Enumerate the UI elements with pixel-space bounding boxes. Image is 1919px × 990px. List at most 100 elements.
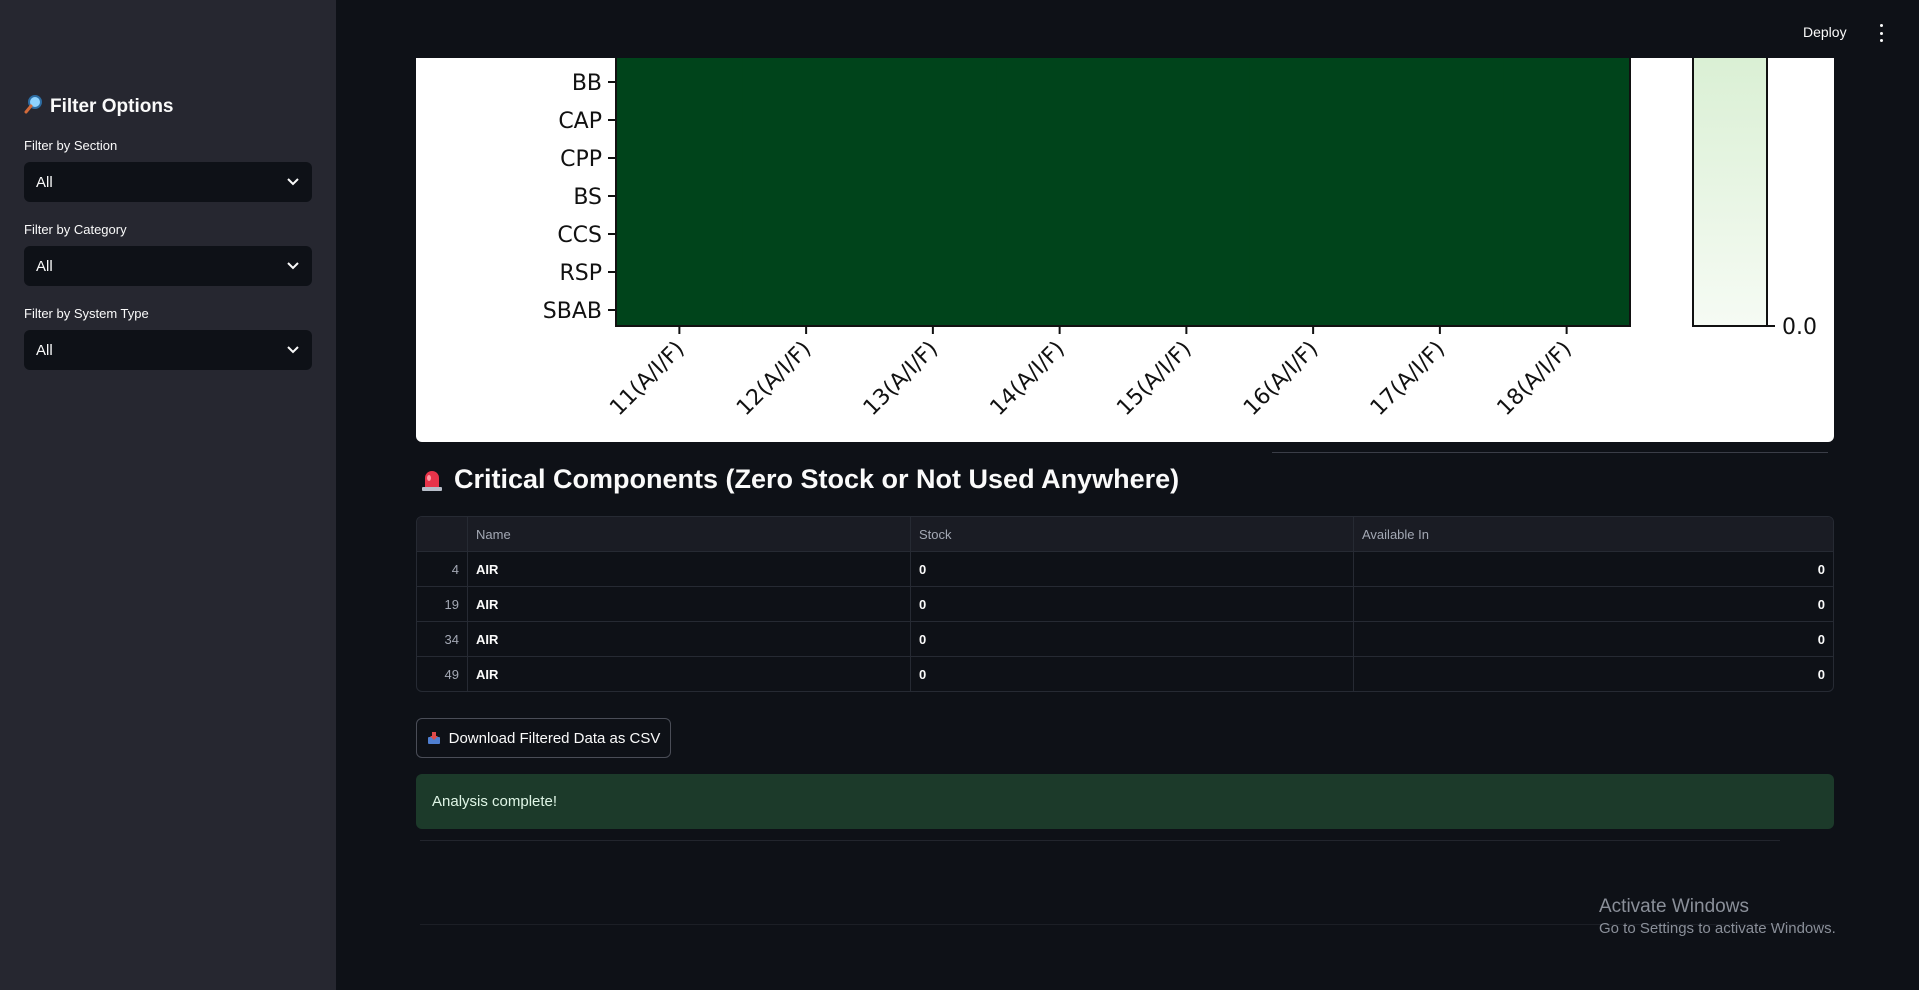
- filter-section-value: All: [36, 173, 53, 191]
- kebab-menu-icon[interactable]: [1876, 24, 1886, 42]
- heatmap-cell: [996, 177, 1124, 216]
- table-row[interactable]: 34 AIR 0 0: [417, 622, 1833, 657]
- chevron-down-icon: [286, 259, 300, 273]
- sidebar-title: Filter Options: [24, 94, 174, 119]
- cell-stock[interactable]: 0: [911, 552, 1354, 587]
- critical-components-title: Critical Components (Zero Stock or Not U…: [454, 464, 1180, 494]
- cell-name[interactable]: AIR: [468, 657, 911, 691]
- heatmap-cell: [742, 139, 870, 178]
- table-row[interactable]: 49 AIR 0 0: [417, 657, 1833, 691]
- row-index: 49: [417, 657, 468, 691]
- x-tick-label: 16(A/I/F): [1239, 337, 1323, 421]
- chevron-down-icon: [286, 343, 300, 357]
- heatmap-cell: [996, 215, 1124, 254]
- heatmap-cell: [1376, 253, 1504, 292]
- heatmap-cell: [616, 215, 744, 254]
- y-tick-label: RSP: [559, 261, 602, 286]
- download-csv-label: Download Filtered Data as CSV: [448, 729, 661, 747]
- deploy-button[interactable]: Deploy: [1803, 24, 1847, 40]
- filter-section-select[interactable]: All: [24, 162, 312, 202]
- divider: [1272, 452, 1828, 453]
- heatmap-cell: [742, 215, 870, 254]
- column-header-name[interactable]: Name: [468, 517, 911, 552]
- heatmap-cell: [996, 101, 1124, 140]
- heatmap-cell: [1123, 177, 1251, 216]
- magnifier-icon: [24, 94, 44, 119]
- table-header-row: Name Stock Available In: [417, 517, 1833, 552]
- y-tick-label: BB: [572, 71, 602, 96]
- heatmap-cell: [996, 139, 1124, 178]
- sidebar: Filter Options Filter by Section All Fil…: [0, 0, 336, 990]
- column-header-stock[interactable]: Stock: [911, 517, 1354, 552]
- filter-category-label: Filter by Category: [24, 222, 127, 237]
- x-tick-label: 15(A/I/F): [1112, 337, 1196, 421]
- heatmap-cell: [616, 253, 744, 292]
- critical-components-table[interactable]: Name Stock Available In 4 AIR 0 0 19 AIR…: [416, 516, 1834, 692]
- filter-section-label: Filter by Section: [24, 138, 118, 153]
- column-header-index[interactable]: [417, 517, 468, 552]
- filter-category-value: All: [36, 257, 53, 275]
- table-row[interactable]: 4 AIR 0 0: [417, 552, 1833, 587]
- y-tick-label: SBAB: [543, 299, 602, 324]
- cell-name[interactable]: AIR: [468, 587, 911, 622]
- siren-icon: [420, 467, 444, 493]
- heatmap-cell: [1123, 58, 1251, 101]
- heatmap-cell: [869, 215, 997, 254]
- x-tick-label: 13(A/I/F): [859, 337, 943, 421]
- heatmap-cell: [996, 58, 1124, 101]
- filter-system-type-select[interactable]: All: [24, 330, 312, 370]
- heatmap-cell: [869, 101, 997, 140]
- heatmap-cell: [869, 177, 997, 216]
- table-row[interactable]: 19 AIR 0 0: [417, 587, 1833, 622]
- download-csv-button[interactable]: Download Filtered Data as CSV: [416, 718, 671, 758]
- row-index: 19: [417, 587, 468, 622]
- heatmap-cell: [616, 58, 744, 101]
- x-tick-label: 14(A/I/F): [986, 337, 1070, 421]
- heatmap-cell: [1503, 139, 1631, 178]
- cell-name[interactable]: AIR: [468, 622, 911, 657]
- divider: [420, 840, 1780, 841]
- heatmap-cell: [742, 177, 870, 216]
- heatmap-cell: [742, 101, 870, 140]
- heatmap-cell: [1249, 253, 1377, 292]
- heatmap-cell: [869, 58, 997, 101]
- y-tick-label: BS: [573, 185, 602, 210]
- x-tick-label: 18(A/I/F): [1493, 337, 1577, 421]
- cell-available-in[interactable]: 0: [1354, 587, 1833, 622]
- cell-available-in[interactable]: 0: [1354, 657, 1833, 691]
- row-index: 4: [417, 552, 468, 587]
- heatmap-cell: [1249, 139, 1377, 178]
- y-tick-label: CPP: [560, 147, 602, 172]
- heatmap-cell: [1376, 58, 1504, 101]
- heatmap-cell: [869, 253, 997, 292]
- column-header-available-in[interactable]: Available In: [1354, 517, 1833, 552]
- heatmap-cell: [1376, 101, 1504, 140]
- heatmap-cell: [616, 291, 744, 326]
- heatmap-cell: [616, 101, 744, 140]
- colorbar: [1692, 58, 1768, 327]
- heatmap-cell: [1503, 177, 1631, 216]
- inbox-tray-icon: [427, 731, 441, 745]
- cell-available-in[interactable]: 0: [1354, 622, 1833, 657]
- heatmap-cell: [996, 291, 1124, 326]
- heatmap-cell: [1376, 139, 1504, 178]
- heatmap-cell: [742, 291, 870, 326]
- heatmap-cell: [1503, 253, 1631, 292]
- heatmap-cell: [1376, 177, 1504, 216]
- heatmap-cell: [1123, 253, 1251, 292]
- cell-stock[interactable]: 0: [911, 587, 1354, 622]
- x-tick-label: 11(A/I/F): [605, 337, 689, 421]
- y-tick-label: CCS: [557, 223, 602, 248]
- cell-stock[interactable]: 0: [911, 657, 1354, 691]
- cell-available-in[interactable]: 0: [1354, 552, 1833, 587]
- heatmap-cell: [1376, 291, 1504, 326]
- heatmap-cell: [996, 253, 1124, 292]
- heatmap-cell: [1503, 101, 1631, 140]
- heatmap-cell: [869, 291, 997, 326]
- cell-stock[interactable]: 0: [911, 622, 1354, 657]
- heatmap-cell: [869, 139, 997, 178]
- filter-category-select[interactable]: All: [24, 246, 312, 286]
- x-tick-label: 12(A/I/F): [732, 337, 816, 421]
- cell-name[interactable]: AIR: [468, 552, 911, 587]
- heatmap-svg: BB CAP CPP BS CCS RSP SBAB11(A/I/F) 12(A/I/F) 13…: [543, 58, 1817, 421]
